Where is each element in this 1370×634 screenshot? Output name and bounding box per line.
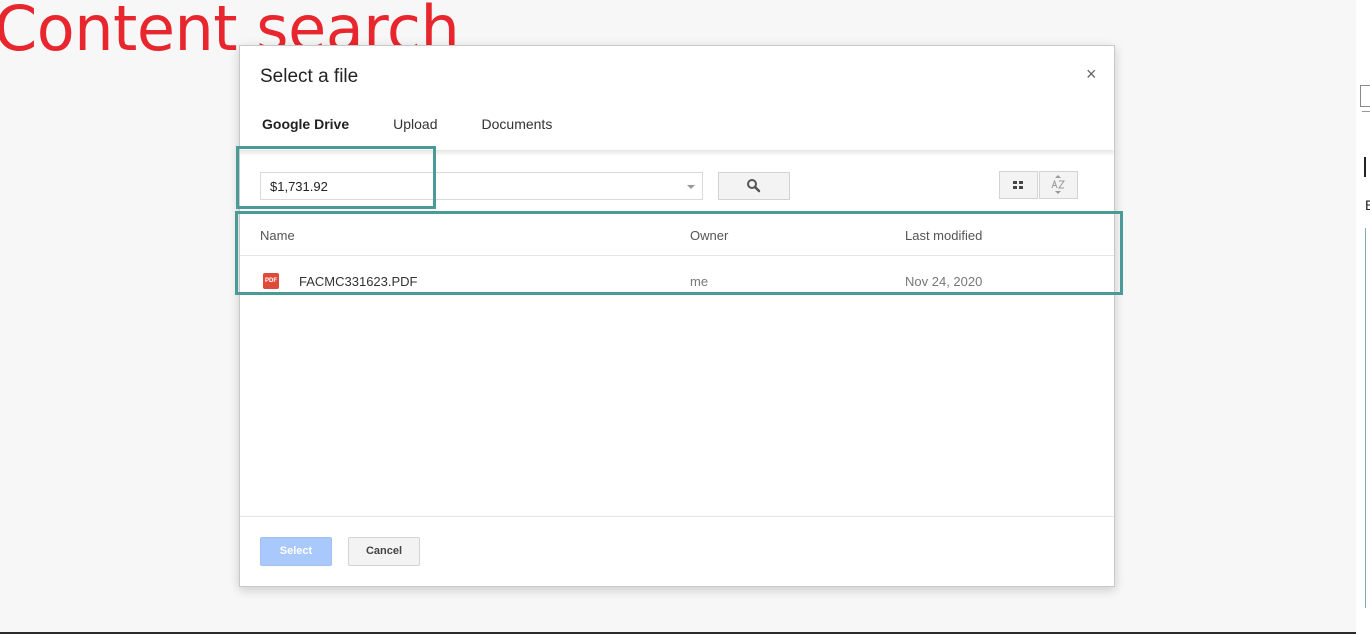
sort-az-icon bbox=[1051, 175, 1065, 194]
tab-documents[interactable]: Documents bbox=[482, 116, 553, 132]
source-tabs: Google Drive Upload Documents bbox=[262, 116, 596, 132]
grid-icon bbox=[1013, 181, 1023, 189]
background-text-cursor bbox=[1364, 157, 1366, 177]
close-button[interactable]: × bbox=[1086, 64, 1097, 85]
footer-divider bbox=[240, 516, 1114, 517]
search-icon bbox=[747, 179, 761, 193]
results-highlight-box bbox=[235, 211, 1123, 295]
file-picker-dialog: Select a file × Google Drive Upload Docu… bbox=[239, 45, 1115, 587]
background-field-fragment bbox=[1360, 85, 1370, 107]
dialog-title: Select a file bbox=[260, 66, 359, 87]
tab-upload[interactable]: Upload bbox=[393, 116, 437, 132]
search-highlight-box bbox=[236, 146, 436, 209]
cancel-button[interactable]: Cancel bbox=[348, 537, 420, 566]
background-divider bbox=[1362, 111, 1370, 112]
sort-button[interactable] bbox=[1039, 171, 1078, 199]
tab-google-drive[interactable]: Google Drive bbox=[262, 116, 349, 132]
background-border-line bbox=[1365, 228, 1366, 608]
chevron-down-icon[interactable] bbox=[687, 185, 695, 189]
search-button[interactable] bbox=[718, 172, 790, 200]
background-text-fragment: E bbox=[1365, 197, 1370, 213]
grid-view-button[interactable] bbox=[999, 171, 1038, 199]
select-button[interactable]: Select bbox=[260, 537, 332, 566]
